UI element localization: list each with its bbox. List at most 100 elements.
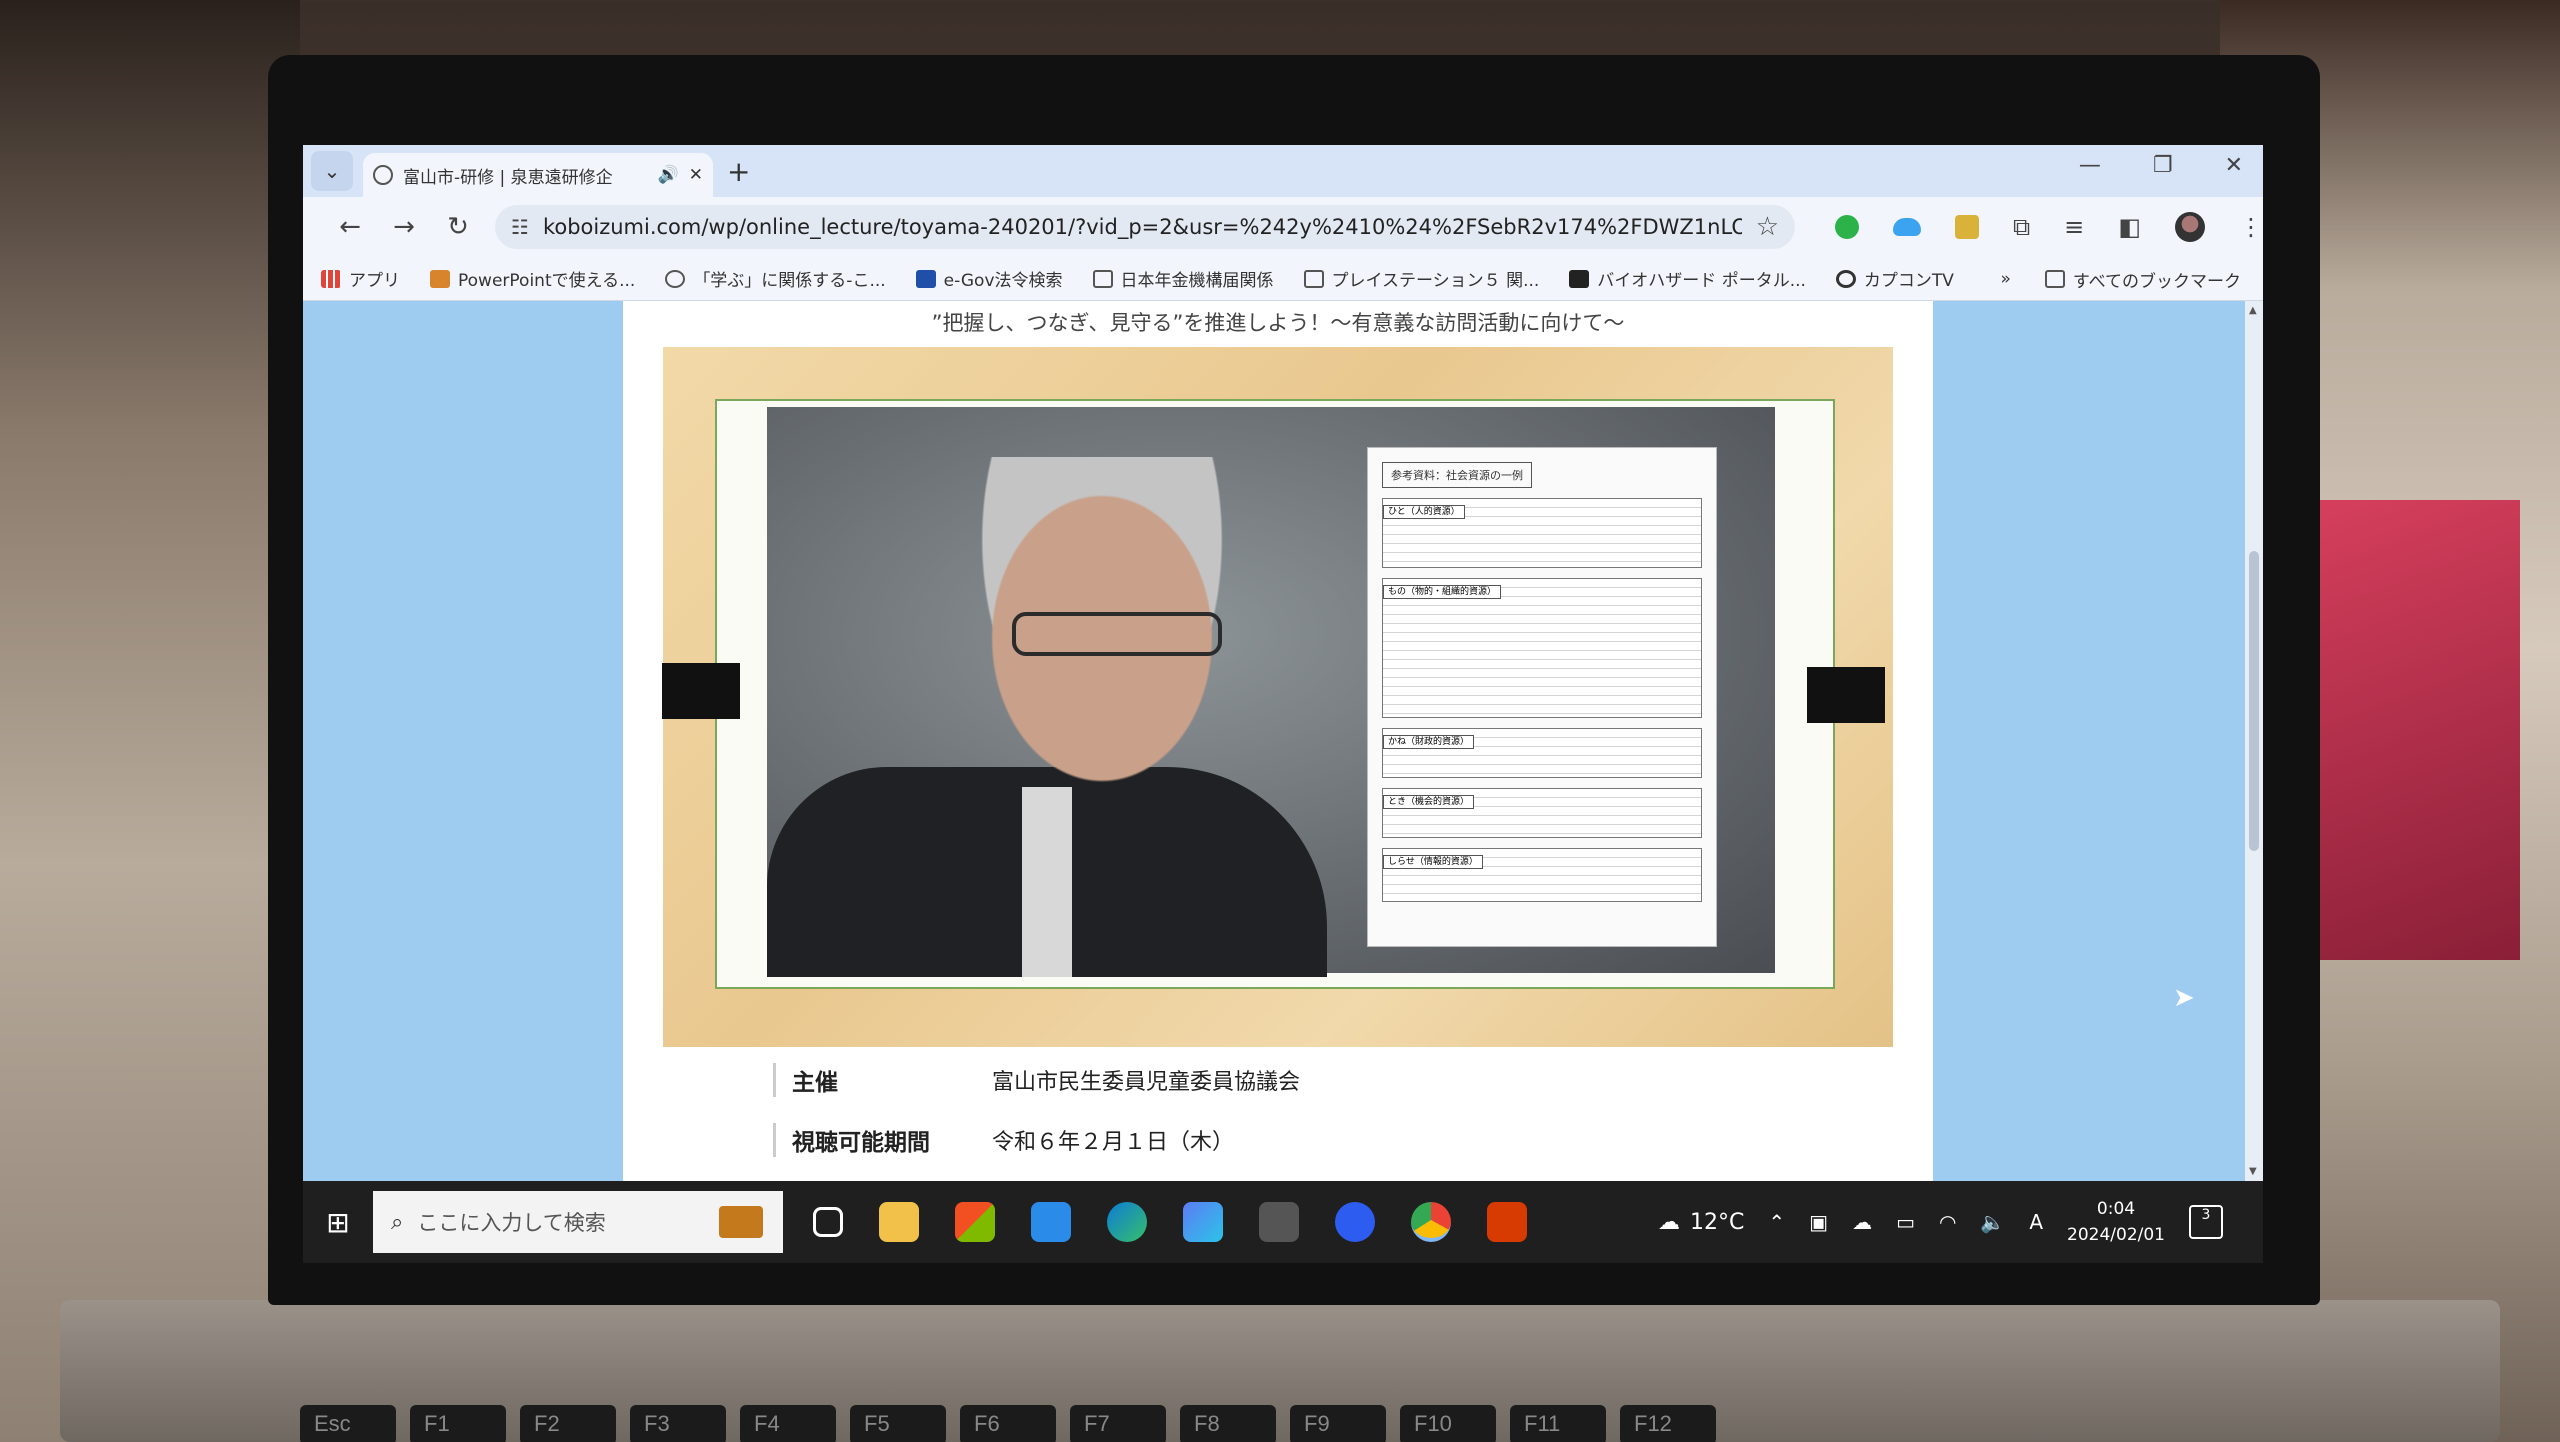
chrome-icon[interactable]	[1411, 1202, 1451, 1242]
weather-widget[interactable]: ☁ 12°C	[1658, 1210, 1744, 1235]
meet-icon[interactable]: ▣	[1809, 1210, 1828, 1234]
info-row-period: 視聴可能期間 令和６年２月１日（木）	[773, 1123, 1234, 1157]
page-scrollbar[interactable]: ▲ ▼	[2245, 301, 2263, 1181]
info-value: 富山市民生委員児童委員協議会	[992, 1070, 1301, 1095]
taskbar-search[interactable]: ⌕ ここに入力して検索	[373, 1191, 783, 1253]
store-icon[interactable]	[955, 1202, 995, 1242]
key-f4: F4	[740, 1405, 836, 1442]
profile-avatar[interactable]	[2174, 212, 2205, 242]
scroll-thumb[interactable]	[2249, 551, 2259, 851]
capcom-icon	[1835, 269, 1856, 288]
scroll-down-arrow-icon[interactable]: ▼	[2249, 1166, 2257, 1177]
start-windows-icon[interactable]: ⊞	[303, 1206, 373, 1239]
cloud-icon: ☁	[1658, 1209, 1681, 1235]
speaker-glasses	[1012, 612, 1222, 656]
cloud-extension-icon[interactable]	[1893, 218, 1921, 236]
pinned-apps	[813, 1202, 1527, 1242]
bookmark-manabu[interactable]: 「学ぶ」に関係する-こ...	[665, 266, 886, 291]
bookmark-label: アプリ	[349, 271, 400, 291]
green-extension-icon[interactable]	[1835, 215, 1859, 239]
bookmark-label: PowerPointで使える...	[458, 271, 636, 291]
clock-date: 2024/02/01	[2067, 1225, 2165, 1245]
side-panel-icon[interactable]: ◧	[2118, 213, 2141, 241]
bookmark-nenkin[interactable]: 日本年金機構届関係	[1092, 266, 1274, 291]
chevron-up-icon[interactable]: ⌃	[1768, 1210, 1785, 1234]
back-button[interactable]: ←	[323, 212, 377, 242]
battery-icon[interactable]: ▭	[1896, 1210, 1915, 1234]
video-slide: 参考資料：社会資源の一例 ひと（人的資源） もの（物的・組織的資源） かね（財政…	[715, 399, 1835, 989]
reload-button[interactable]: ↻	[431, 212, 485, 242]
bookmark-label: プレイステーション５ 関...	[1331, 271, 1540, 291]
office-icon[interactable]	[1487, 1202, 1527, 1242]
section-label: かね（財政的資源）	[1383, 735, 1475, 749]
room-background-left	[0, 0, 300, 1442]
address-bar[interactable]: ☷ koboizumi.com/wp/online_lecture/toyama…	[495, 205, 1795, 249]
section-label: ひと（人的資源）	[1383, 505, 1465, 519]
mail-icon[interactable]	[1031, 1202, 1071, 1242]
folder-icon	[2044, 270, 2065, 288]
edge-icon[interactable]	[1107, 1202, 1147, 1242]
browser-toolbar: ← → ↻ ☷ koboizumi.com/wp/online_lecture/…	[303, 197, 2263, 257]
onedrive-icon[interactable]: ☁	[1852, 1210, 1872, 1234]
all-bookmarks-folder[interactable]: すべてのブックマーク	[2044, 267, 2241, 292]
key-f12: F12	[1620, 1405, 1716, 1442]
key-f7: F7	[1070, 1405, 1166, 1442]
speaker-icon[interactable]: 🔊	[658, 165, 679, 185]
restore-button[interactable]: ❐	[2153, 153, 2173, 178]
document-section: ひと（人的資源）	[1382, 498, 1702, 568]
document-section: もの（物的・組織的資源）	[1382, 578, 1702, 718]
section-label: とき（機会的資源）	[1383, 795, 1475, 809]
system-clock[interactable]: 0:04 2024/02/01	[2067, 1196, 2165, 1248]
info-label: 視聴可能期間	[792, 1130, 930, 1156]
video-player[interactable]: 参考資料：社会資源の一例 ひと（人的資源） もの（物的・組織的資源） かね（財政…	[662, 347, 1893, 1047]
camera-icon[interactable]	[1259, 1202, 1299, 1242]
new-tab-button[interactable]: +	[727, 155, 750, 188]
ime-indicator[interactable]: A	[2029, 1210, 2043, 1234]
site-info-icon[interactable]: ☷	[511, 215, 529, 239]
zoom-icon[interactable]	[1335, 1202, 1375, 1242]
pd-icon	[430, 269, 450, 288]
bookmark-biohazard[interactable]: バイオハザード ポータル...	[1569, 266, 1806, 291]
bookmarks-overflow-button[interactable]: »	[2000, 269, 2010, 289]
scroll-up-arrow-icon[interactable]: ▲	[2249, 305, 2257, 316]
document-title: 参考資料：社会資源の一例	[1382, 462, 1532, 488]
window-controls: — ❐ ✕	[2079, 153, 2243, 178]
tab-active[interactable]: 富山市-研修 | 泉恵遠研修企 🔊 ✕	[363, 153, 713, 197]
file-explorer-icon[interactable]	[879, 1202, 919, 1242]
search-icon: ⌕	[391, 1209, 404, 1235]
volume-icon[interactable]: 🔈	[1980, 1210, 2005, 1234]
close-tab-icon[interactable]: ✕	[689, 165, 703, 185]
forward-button[interactable]: →	[377, 212, 431, 242]
bookmark-powerpoint[interactable]: PowerPointで使える...	[430, 266, 635, 291]
reference-document: 参考資料：社会資源の一例 ひと（人的資源） もの（物的・組織的資源） かね（財政…	[1367, 447, 1717, 947]
close-window-button[interactable]: ✕	[2225, 153, 2243, 178]
wifi-icon[interactable]: ◠	[1939, 1210, 1956, 1234]
section-label: しらせ（情報的資源）	[1383, 855, 1483, 869]
bookmark-egov[interactable]: e-Gov法令検索	[915, 266, 1063, 291]
bookmark-capcom[interactable]: カプコンTV	[1835, 266, 1954, 291]
egov-icon	[915, 269, 936, 288]
bookmark-label: カプコンTV	[1863, 271, 1954, 291]
bookmark-ps5[interactable]: プレイステーション５ 関...	[1303, 266, 1540, 291]
tab-search-button[interactable]: ⌄	[311, 151, 353, 191]
yellow-extension-icon[interactable]	[1955, 215, 1979, 239]
document-section: とき（機会的資源）	[1382, 788, 1702, 838]
notification-center-icon[interactable]: 3	[2189, 1205, 2223, 1239]
key-f10: F10	[1400, 1405, 1496, 1442]
folder-icon	[1092, 269, 1113, 288]
menu-kebab-icon[interactable]: ⋮	[2239, 213, 2263, 241]
url-text[interactable]: koboizumi.com/wp/online_lecture/toyama-2…	[543, 215, 1742, 239]
bookmark-apps[interactable]: アプリ	[321, 266, 400, 291]
key-f9: F9	[1290, 1405, 1386, 1442]
bookmarks-bar: アプリ PowerPointで使える... 「学ぶ」に関係する-こ... e-G…	[303, 257, 2263, 301]
section-label: もの（物的・組織的資源）	[1383, 585, 1502, 599]
tab-title: 富山市-研修 | 泉恵遠研修企	[403, 167, 613, 188]
extensions-puzzle-icon[interactable]: ⧉	[2013, 213, 2030, 241]
minimize-button[interactable]: —	[2079, 153, 2101, 178]
bookmark-label: e-Gov法令検索	[943, 271, 1063, 291]
media-control-icon[interactable]: ≡	[2064, 213, 2084, 241]
bing-icon[interactable]	[1183, 1202, 1223, 1242]
task-view-icon[interactable]	[813, 1207, 843, 1237]
bookmark-label: 「学ぶ」に関係する-こ...	[693, 271, 886, 291]
bookmark-star-icon[interactable]: ☆	[1756, 212, 1779, 242]
